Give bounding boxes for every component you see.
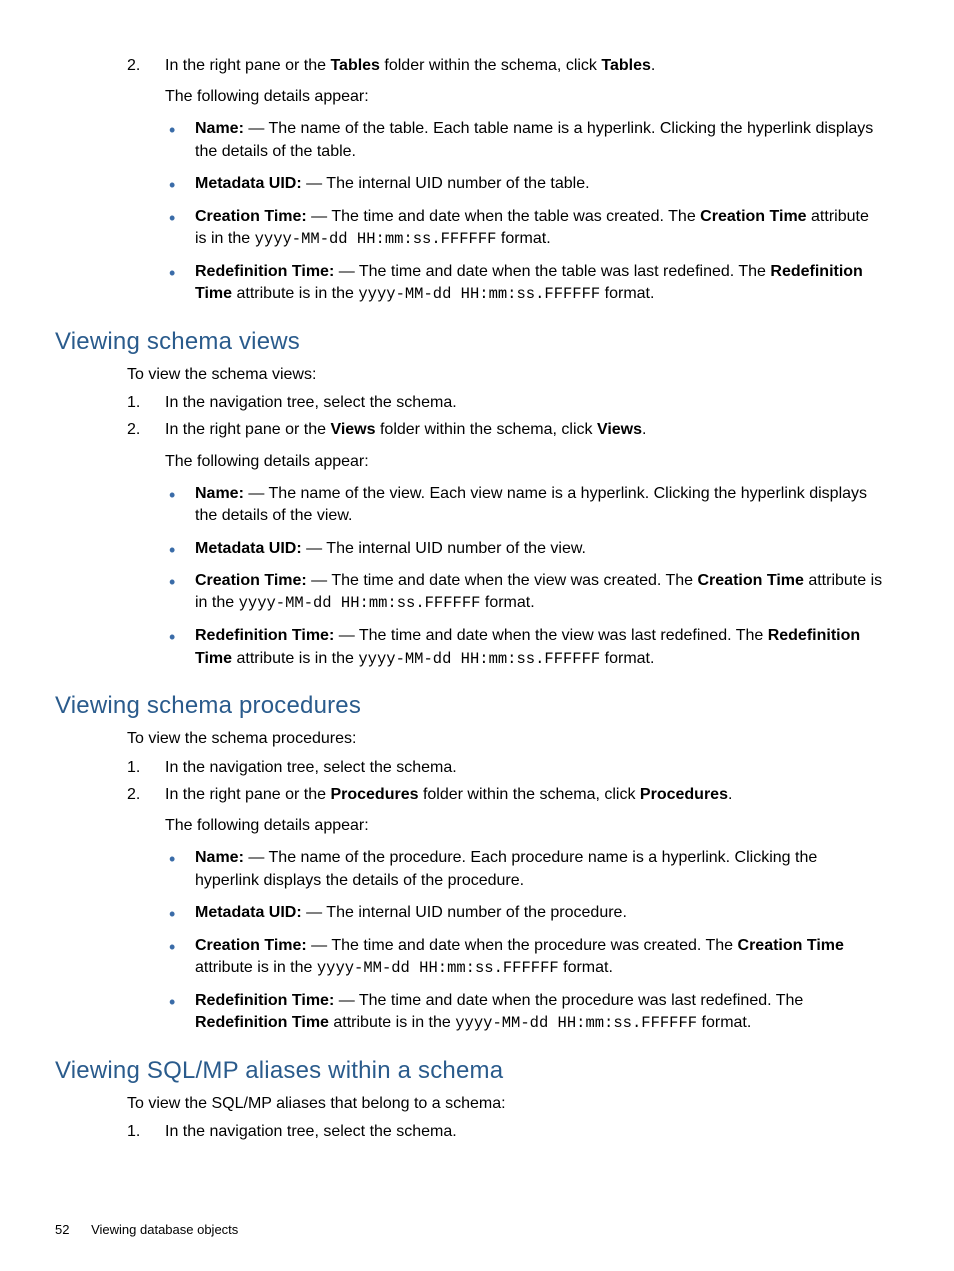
format-code: yyyy-MM-dd HH:mm:ss.FFFFFF <box>358 285 600 303</box>
format-code: yyyy-MM-dd HH:mm:ss.FFFFFF <box>239 594 481 612</box>
step-text: In the navigation tree, select the schem… <box>165 394 457 411</box>
list-item: 2. In the right pane or the Tables folde… <box>127 54 884 306</box>
bullet-item: Name: — The name of the view. Each view … <box>165 483 884 528</box>
step-text: In the navigation tree, select the schem… <box>165 1123 457 1140</box>
bullet-list: Name: — The name of the view. Each view … <box>165 483 884 670</box>
list-item: 1. In the navigation tree, select the sc… <box>127 756 884 779</box>
list-item: 2. In the right pane or the Procedures f… <box>127 783 884 1035</box>
intro-text: To view the schema procedures: <box>127 728 884 750</box>
top-ordered-list: 2. In the right pane or the Tables folde… <box>127 54 884 306</box>
step-number: 1. <box>127 756 140 779</box>
bullet-item: Redefinition Time: — The time and date w… <box>165 990 884 1035</box>
bullet-item: Metadata UID: — The internal UID number … <box>165 538 884 560</box>
bullet-list: Name: — The name of the table. Each tabl… <box>165 118 884 305</box>
list-item: 1. In the navigation tree, select the sc… <box>127 391 884 414</box>
step-text: In the right pane or the Views folder wi… <box>165 421 646 438</box>
format-code: yyyy-MM-dd HH:mm:ss.FFFFFF <box>358 650 600 668</box>
page-footer: 52 Viewing database objects <box>55 1222 238 1237</box>
bullet-item: Creation Time: — The time and date when … <box>165 206 884 251</box>
bullet-item: Metadata UID: — The internal UID number … <box>165 173 884 195</box>
step-text: In the right pane or the Tables folder w… <box>165 57 655 74</box>
list-item: 1. In the navigation tree, select the sc… <box>127 1120 884 1143</box>
bullet-item: Metadata UID: — The internal UID number … <box>165 902 884 924</box>
bullet-item: Creation Time: — The time and date when … <box>165 570 884 615</box>
bullet-item: Name: — The name of the procedure. Each … <box>165 847 884 892</box>
section-heading-procedures: Viewing schema procedures <box>55 692 884 720</box>
section-heading-views: Viewing schema views <box>55 328 884 356</box>
details-lead: The following details appear: <box>165 450 884 473</box>
details-lead: The following details appear: <box>165 814 884 837</box>
list-item: 2. In the right pane or the Views folder… <box>127 418 884 670</box>
format-code: yyyy-MM-dd HH:mm:ss.FFFFFF <box>255 230 497 248</box>
document-page: 2. In the right pane or the Tables folde… <box>0 0 954 1271</box>
intro-text: To view the schema views: <box>127 364 884 386</box>
bullet-item: Name: — The name of the table. Each tabl… <box>165 118 884 163</box>
aliases-ordered-list: 1. In the navigation tree, select the sc… <box>127 1120 884 1143</box>
bullet-item: Redefinition Time: — The time and date w… <box>165 625 884 670</box>
format-code: yyyy-MM-dd HH:mm:ss.FFFFFF <box>455 1014 697 1032</box>
details-lead: The following details appear: <box>165 85 884 108</box>
step-text: In the right pane or the Procedures fold… <box>165 786 732 803</box>
footer-title: Viewing database objects <box>91 1222 238 1237</box>
page-number: 52 <box>55 1222 69 1237</box>
format-code: yyyy-MM-dd HH:mm:ss.FFFFFF <box>317 959 559 977</box>
step-number: 2. <box>127 54 140 77</box>
step-number: 2. <box>127 783 140 806</box>
step-text: In the navigation tree, select the schem… <box>165 759 457 776</box>
views-ordered-list: 1. In the navigation tree, select the sc… <box>127 391 884 670</box>
bullet-list: Name: — The name of the procedure. Each … <box>165 847 884 1034</box>
intro-text: To view the SQL/MP aliases that belong t… <box>127 1093 884 1115</box>
step-number: 1. <box>127 1120 140 1143</box>
bullet-item: Creation Time: — The time and date when … <box>165 935 884 980</box>
step-number: 2. <box>127 418 140 441</box>
section-heading-aliases: Viewing SQL/MP aliases within a schema <box>55 1057 884 1085</box>
bullet-item: Redefinition Time: — The time and date w… <box>165 261 884 306</box>
step-number: 1. <box>127 391 140 414</box>
procs-ordered-list: 1. In the navigation tree, select the sc… <box>127 756 884 1035</box>
